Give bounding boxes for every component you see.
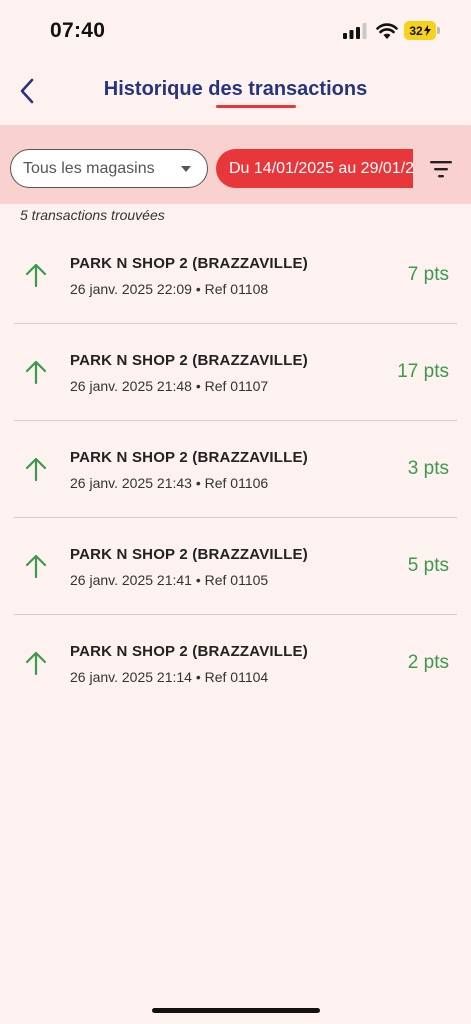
bolt-icon: [423, 25, 431, 36]
transaction-meta: 26 janv. 2025 21:48 • Ref 01107: [70, 378, 269, 394]
arrow-up-icon: [25, 554, 47, 579]
date-range-chip[interactable]: Du 14/01/2025 au 29/01/2025: [216, 149, 413, 188]
store-select-value: Tous les magasins: [23, 159, 155, 177]
transaction-list: PARK N SHOP 2 (BRAZZAVILLE) 26 janv. 202…: [0, 227, 471, 712]
home-indicator[interactable]: [152, 1008, 320, 1013]
date-range-label: Du 14/01/2025 au 29/01/2025: [229, 159, 413, 177]
caret-down-icon: [181, 166, 191, 172]
wifi-icon: [376, 23, 398, 39]
transaction-store: PARK N SHOP 2 (BRAZZAVILLE): [70, 255, 308, 272]
transaction-meta: 26 janv. 2025 21:41 • Ref 01105: [70, 572, 269, 588]
result-count: 5 transactions trouvées: [20, 207, 165, 223]
transaction-row[interactable]: PARK N SHOP 2 (BRAZZAVILLE) 26 janv. 202…: [0, 518, 471, 615]
transaction-points: 5 pts: [407, 555, 449, 576]
transaction-row[interactable]: PARK N SHOP 2 (BRAZZAVILLE) 26 janv. 202…: [0, 615, 471, 712]
arrow-up-icon: [25, 360, 47, 385]
transaction-points: 2 pts: [407, 652, 449, 673]
transaction-store: PARK N SHOP 2 (BRAZZAVILLE): [70, 352, 308, 369]
battery-nub: [437, 27, 440, 34]
battery-charging-icon: 32: [404, 21, 436, 40]
transaction-row[interactable]: PARK N SHOP 2 (BRAZZAVILLE) 26 janv. 202…: [0, 324, 471, 421]
transaction-row[interactable]: PARK N SHOP 2 (BRAZZAVILLE) 26 janv. 202…: [0, 421, 471, 518]
transaction-points: 7 pts: [407, 264, 449, 285]
transaction-history-screen: 07:40 32 Historique des transactions Tou…: [0, 0, 471, 1024]
filter-lines-icon[interactable]: [428, 158, 454, 180]
filter-bar: Tous les magasins Du 14/01/2025 au 29/01…: [0, 125, 471, 204]
signal-icon: [343, 23, 367, 39]
status-bar: 07:40 32: [0, 0, 471, 62]
battery-level: 32: [409, 23, 423, 38]
transaction-meta: 26 janv. 2025 22:09 • Ref 01108: [70, 281, 269, 297]
transaction-points: 17 pts: [397, 361, 449, 382]
transaction-points: 3 pts: [407, 458, 449, 479]
transaction-store: PARK N SHOP 2 (BRAZZAVILLE): [70, 449, 308, 466]
arrow-up-icon: [25, 263, 47, 288]
transaction-store: PARK N SHOP 2 (BRAZZAVILLE): [70, 546, 308, 563]
transaction-store: PARK N SHOP 2 (BRAZZAVILLE): [70, 643, 308, 660]
store-select[interactable]: Tous les magasins: [10, 149, 208, 188]
header: Historique des transactions: [0, 62, 471, 125]
arrow-up-icon: [25, 457, 47, 482]
status-time: 07:40: [50, 19, 106, 42]
title-underline: [216, 105, 296, 108]
page-title: Historique des transactions: [103, 78, 368, 100]
transaction-meta: 26 janv. 2025 21:43 • Ref 01106: [70, 475, 269, 491]
transaction-row[interactable]: PARK N SHOP 2 (BRAZZAVILLE) 26 janv. 202…: [0, 227, 471, 324]
arrow-up-icon: [25, 651, 47, 676]
transaction-meta: 26 janv. 2025 21:14 • Ref 01104: [70, 669, 269, 685]
